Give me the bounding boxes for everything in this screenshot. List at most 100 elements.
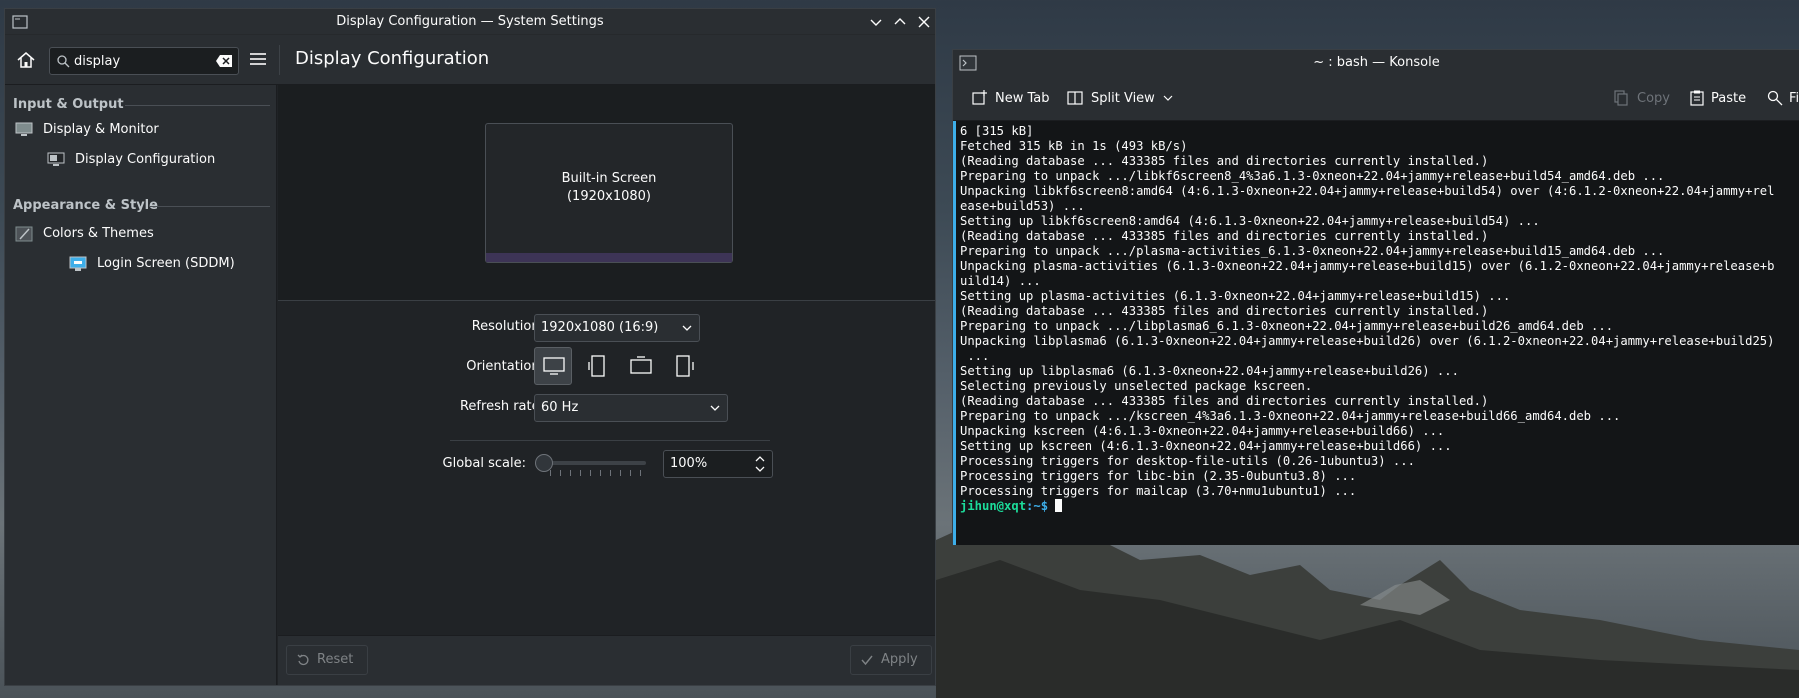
terminal-line: 6 [315 kB] — [960, 124, 1034, 138]
new-tab-button[interactable]: New Tab — [971, 88, 1055, 110]
copy-label: Copy — [1637, 91, 1670, 106]
terminal-line: Processing triggers for libc-bin (2.35-0… — [960, 469, 1357, 483]
slider-tick — [630, 470, 631, 476]
sidebar-item-display-monitor[interactable]: Display & Monitor — [5, 115, 276, 145]
apply-button[interactable]: Apply — [850, 645, 932, 675]
refresh-rate-combobox[interactable]: 60 Hz — [534, 394, 728, 422]
copy-icon — [1614, 90, 1628, 106]
settings-titlebar[interactable]: Display Configuration — System Settings — [5, 9, 935, 35]
terminal-line: Processing triggers for desktop-file-uti… — [960, 454, 1415, 468]
display-config-icon — [47, 152, 65, 166]
copy-button[interactable]: Copy — [1613, 88, 1673, 110]
terminal-line: uild14) ... — [960, 274, 1041, 288]
search-input[interactable] — [74, 52, 204, 70]
terminal-view[interactable]: 6 [315 kB] Fetched 315 kB in 1s (493 kB/s… — [953, 121, 1799, 545]
terminal-line: Setting up libplasma6 (6.1.3-0xneon+22.0… — [960, 364, 1459, 378]
terminal-line: Selecting previously unselected package … — [960, 379, 1313, 393]
slider-tick — [640, 470, 641, 476]
sidebar-item-label: Display Configuration — [75, 152, 216, 167]
hamburger-menu-icon[interactable] — [249, 51, 267, 67]
sidebar-item-colors-themes[interactable]: Colors & Themes — [5, 219, 276, 249]
chevron-down-icon — [682, 325, 692, 331]
terminal-line: Unpacking libplasma6 (6.1.3-0xneon+22.04… — [960, 334, 1775, 348]
apply-label: Apply — [881, 652, 918, 667]
konsole-toolbar: New Tab Split View Copy Paste Fi — [953, 76, 1799, 121]
home-icon[interactable] — [15, 49, 37, 71]
sidebar-item-label: Colors & Themes — [43, 226, 154, 241]
colors-icon — [15, 226, 33, 242]
maximize-icon[interactable] — [891, 13, 909, 31]
terminal-line: ... — [960, 349, 990, 363]
page-title: Display Configuration — [295, 48, 490, 69]
sidebar-item-display-configuration[interactable]: Display Configuration — [5, 145, 276, 175]
display-config-panel: Built-in Screen (1920x1080) Resolution: … — [278, 85, 935, 685]
split-view-label: Split View — [1091, 91, 1155, 106]
orientation-flipped-button[interactable] — [622, 347, 660, 385]
terminal-line: Preparing to unpack .../plasma-activitie… — [960, 244, 1665, 258]
portrait-right-icon — [676, 355, 694, 377]
terminal-line: Preparing to unpack .../libplasma6_6.1.3… — [960, 319, 1614, 333]
terminal-line: (Reading database ... 433385 files and d… — [960, 229, 1489, 243]
find-label: Fi — [1789, 91, 1799, 106]
landscape-icon — [543, 357, 565, 375]
screen-layout-area: Built-in Screen (1920x1080) — [278, 85, 935, 301]
terminal-line: (Reading database ... 433385 files and d… — [960, 154, 1489, 168]
global-scale-slider-handle[interactable] — [535, 454, 553, 472]
refresh-rate-value: 60 Hz — [541, 400, 579, 415]
monitor-icon — [15, 122, 33, 136]
scale-separator — [450, 440, 770, 441]
toolbar-separator — [279, 45, 280, 75]
terminal-prompt-line: jihun@xqt:~$ — [960, 499, 1799, 514]
split-view-button[interactable]: Split View — [1067, 88, 1185, 110]
orientation-portrait-left-button[interactable] — [578, 347, 616, 385]
orientation-landscape-button[interactable] — [534, 347, 572, 385]
settings-sidebar: Input & Output Display & Monitor Display… — [5, 85, 277, 685]
terminal-line: Fetched 315 kB in 1s (493 kB/s) — [960, 139, 1188, 153]
terminal-line: (Reading database ... 433385 files and d… — [960, 394, 1489, 408]
slider-tick — [620, 470, 621, 476]
global-scale-slider-track[interactable] — [540, 461, 646, 465]
terminal-line: Setting up libkf6screen8:amd64 (4:6.1.3-… — [960, 214, 1540, 228]
terminal-line: ease+build53) ... — [960, 199, 1085, 213]
search-field[interactable] — [49, 47, 239, 75]
terminal-line: Unpacking kscreen (4:6.1.3-0xneon+22.04+… — [960, 424, 1445, 438]
sidebar-item-login-screen[interactable]: Login Screen (SDDM) — [5, 249, 276, 279]
terminal-line: (Reading database ... 433385 files and d… — [960, 304, 1489, 318]
resolution-combobox[interactable]: 1920x1080 (16:9) — [534, 314, 700, 342]
sidebar-item-label: Login Screen (SDDM) — [97, 256, 235, 271]
prompt-user: jihun@xqt — [960, 499, 1027, 513]
clear-search-icon[interactable] — [215, 53, 233, 69]
portrait-left-icon — [588, 355, 605, 377]
split-view-icon — [1067, 91, 1083, 105]
terminal-line: Unpacking plasma-activities (6.1.3-0xneo… — [960, 259, 1775, 273]
find-button[interactable]: Fi — [1767, 88, 1799, 110]
close-icon[interactable] — [915, 13, 933, 31]
screen-output-preview[interactable]: Built-in Screen (1920x1080) — [485, 123, 733, 263]
slider-tick — [560, 470, 561, 476]
category-header-appearance-style: Appearance & Style — [13, 198, 158, 213]
prompt-path: :~$ — [1026, 499, 1056, 513]
checkmark-icon — [861, 655, 873, 666]
terminal-line: Unpacking libkf6screen8:amd64 (4:6.1.3-0… — [960, 184, 1775, 198]
chevron-up-icon[interactable] — [754, 454, 766, 463]
terminal-line: Preparing to unpack .../kscreen_4%3a6.1.… — [960, 409, 1621, 423]
reset-button[interactable]: Reset — [286, 645, 368, 675]
global-scale-spinbox[interactable]: 100% — [663, 450, 773, 478]
terminal-line: Setting up plasma-activities (6.1.3-0xne… — [960, 289, 1511, 303]
new-tab-icon — [972, 90, 987, 105]
konsole-titlebar[interactable]: ~ : bash — Konsole — [953, 50, 1799, 76]
chevron-down-icon[interactable] — [754, 465, 766, 474]
orientation-portrait-right-button[interactable] — [666, 347, 704, 385]
text-cursor — [1055, 499, 1063, 512]
settings-toolbar: Display Configuration — [5, 35, 935, 85]
slider-tick — [590, 470, 591, 476]
terminal-output: 6 [315 kB] Fetched 315 kB in 1s (493 kB/s… — [960, 124, 1799, 514]
category-divider — [125, 105, 270, 106]
sidebar-item-label: Display & Monitor — [43, 122, 159, 137]
slider-tick — [550, 470, 551, 476]
minimize-icon[interactable] — [867, 13, 885, 31]
settings-window-title: Display Configuration — System Settings — [336, 14, 604, 29]
screen-preview-bar — [486, 253, 732, 262]
paste-button[interactable]: Paste — [1689, 88, 1755, 110]
reset-label: Reset — [317, 652, 354, 667]
